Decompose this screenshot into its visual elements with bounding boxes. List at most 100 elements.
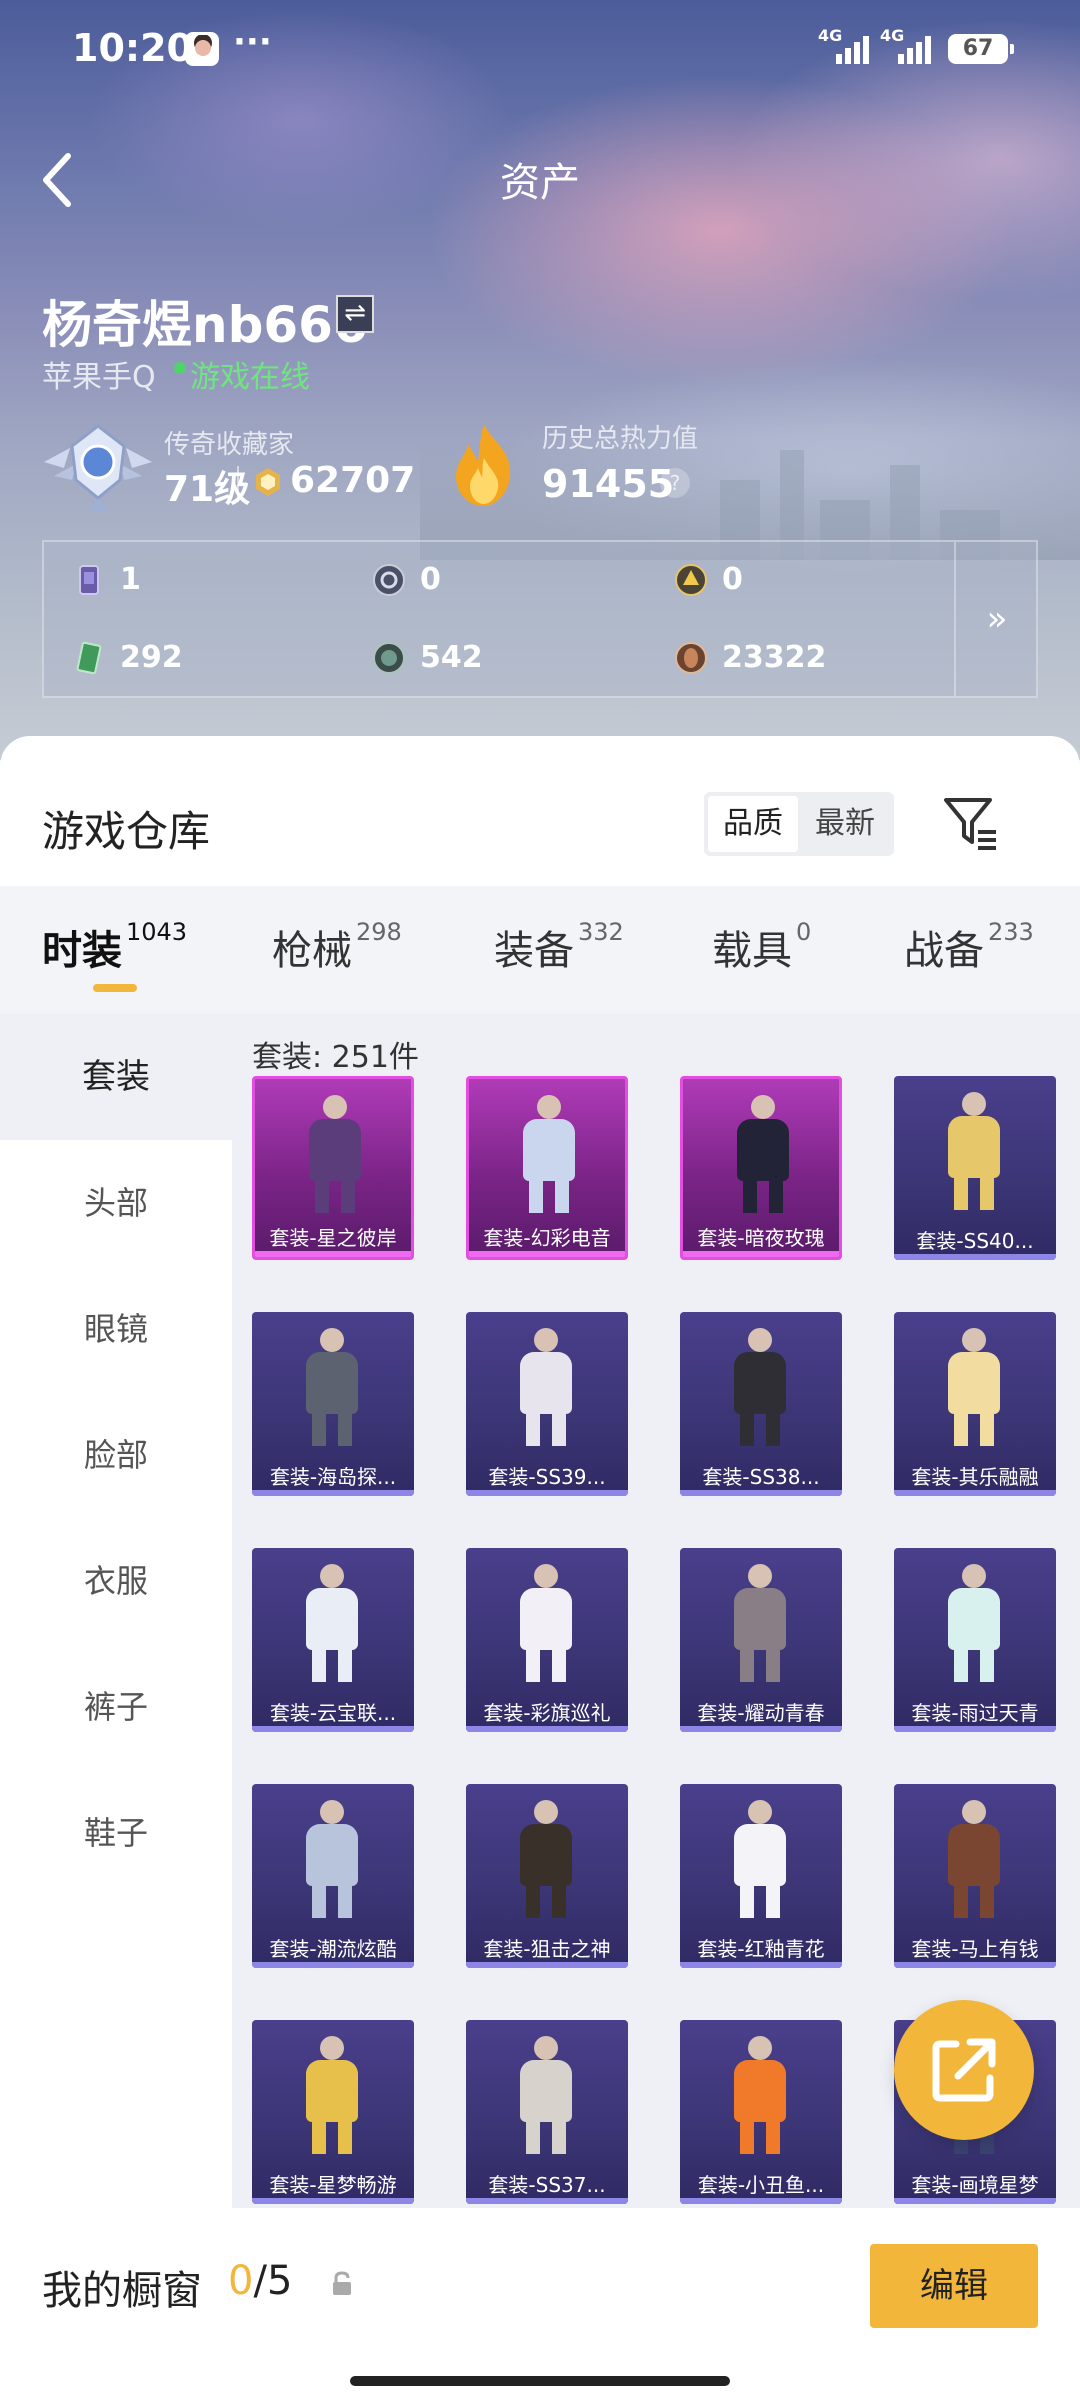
- sort-by-quality[interactable]: 品质: [708, 796, 798, 852]
- share-icon: [932, 2038, 996, 2102]
- sidebar-item-glasses[interactable]: 眼镜: [0, 1266, 232, 1392]
- outfit-card[interactable]: 套装-SS39...: [466, 1312, 628, 1496]
- rarity-bar: [252, 1490, 414, 1496]
- edit-showcase-button[interactable]: 编辑: [870, 2244, 1038, 2328]
- sort-by-newest[interactable]: 最新: [800, 796, 890, 852]
- signal-icon-2: 4G: [880, 26, 940, 66]
- outfit-thumbnail: [710, 2036, 812, 2154]
- outfit-card[interactable]: 套装-马上有钱: [894, 1784, 1056, 1968]
- sidebar-item-outfit[interactable]: 套装: [0, 1014, 232, 1140]
- help-icon[interactable]: ?: [660, 468, 690, 498]
- outfit-card[interactable]: 套装-幻彩电音: [466, 1076, 628, 1260]
- outfit-thumbnail: [282, 1328, 384, 1446]
- heat-value: 91455: [542, 462, 675, 506]
- outfit-card[interactable]: 套装-狙击之神: [466, 1784, 628, 1968]
- rarity-bar: [680, 1962, 842, 1968]
- outfit-name: 套装-海岛探...: [269, 1465, 397, 1489]
- heat-title: 历史总热力值: [542, 424, 699, 454]
- subcategory-sidebar: 套装 头部 眼镜 脸部 衣服 裤子 鞋子: [0, 1014, 232, 2400]
- outfit-card[interactable]: 套装-红釉青花: [680, 1784, 842, 1968]
- rarity-bar: [252, 1962, 414, 1968]
- currency-panel: 1 0 0 292 542 23322 »: [42, 540, 1038, 698]
- rarity-bar: [894, 1490, 1056, 1496]
- rarity-bar: [683, 1251, 839, 1257]
- showcase-bar: 我的橱窗 0/5 编辑: [0, 2208, 1080, 2400]
- filter-button[interactable]: [940, 792, 1000, 852]
- sidebar-item-pants[interactable]: 裤子: [0, 1644, 232, 1770]
- page-title: 资产: [500, 160, 580, 206]
- outfit-thumbnail: [496, 1564, 598, 1682]
- outfit-name: 套装-SS40...: [916, 1229, 1034, 1253]
- rarity-bar: [894, 1962, 1056, 1968]
- outfit-name: 套装-SS38...: [702, 1465, 820, 1489]
- tab-fashion[interactable]: 时装 1043: [42, 918, 187, 988]
- online-status-dot: [174, 362, 186, 374]
- divider: [237, 466, 239, 502]
- rarity-bar: [894, 1254, 1056, 1260]
- outfit-thumbnail: [496, 1328, 598, 1446]
- outfit-card[interactable]: 套装-星之彼岸: [252, 1076, 414, 1260]
- tab-supplies[interactable]: 战备 233: [904, 918, 1034, 988]
- outfit-thumbnail: [924, 1564, 1026, 1682]
- share-button[interactable]: [894, 2000, 1034, 2140]
- platform-label: 苹果手Q: [42, 360, 156, 395]
- outfit-card[interactable]: 套装-彩旗巡礼: [466, 1548, 628, 1732]
- more-currencies-button[interactable]: »: [954, 542, 1038, 696]
- outfit-card[interactable]: 套装-小丑鱼...: [680, 2020, 842, 2204]
- outfit-name: 套装-其乐融融: [911, 1465, 1039, 1489]
- battery-icon: 67: [948, 34, 1014, 64]
- rarity-bar: [894, 1726, 1056, 1732]
- rarity-bar: [680, 1490, 842, 1496]
- rarity-bar: [255, 1251, 411, 1257]
- outfit-card[interactable]: 套装-星梦畅游: [252, 2020, 414, 2204]
- tab-vehicles[interactable]: 载具 0: [712, 918, 811, 988]
- outfit-thumbnail: [285, 1095, 387, 1213]
- gem-icon: [373, 642, 405, 674]
- outfit-card[interactable]: 套装-海岛探...: [252, 1312, 414, 1496]
- outfit-thumbnail: [282, 1800, 384, 1918]
- outfit-name: 套装-小丑鱼...: [697, 2173, 825, 2197]
- tab-weapons[interactable]: 枪械 298: [272, 918, 402, 988]
- tab-equipment[interactable]: 装备 332: [494, 918, 624, 988]
- outfit-thumbnail: [282, 1564, 384, 1682]
- outfit-card[interactable]: 套装-SS37...: [466, 2020, 628, 2204]
- outfit-card[interactable]: 套装-云宝联...: [252, 1548, 414, 1732]
- active-tab-indicator: [93, 984, 137, 992]
- outfit-name: 套装-云宝联...: [269, 1701, 397, 1725]
- outfit-card[interactable]: 套装-耀动青春: [680, 1548, 842, 1732]
- outfit-thumbnail: [282, 2036, 384, 2154]
- outfit-name: 套装-暗夜玫瑰: [697, 1226, 825, 1250]
- outfit-thumbnail: [924, 1092, 1026, 1210]
- outfit-card[interactable]: 套装-暗夜玫瑰: [680, 1076, 842, 1260]
- sidebar-item-head[interactable]: 头部: [0, 1140, 232, 1266]
- signal-icon: 4G: [818, 26, 878, 66]
- outfit-name: 套装-耀动青春: [697, 1701, 825, 1725]
- outfit-thumbnail: [496, 2036, 598, 2154]
- lock-icon: [333, 2271, 351, 2295]
- sidebar-item-face[interactable]: 脸部: [0, 1392, 232, 1518]
- notification-avatar-icon: [185, 32, 219, 66]
- gold-token-icon: [675, 564, 707, 596]
- outfit-name: 套装-马上有钱: [911, 1937, 1039, 1961]
- rarity-bar: [466, 2198, 628, 2204]
- outfit-thumbnail: [924, 1800, 1026, 1918]
- item-count-label: 套装: 251件: [252, 1040, 419, 1075]
- outfit-name: 套装-SS37...: [488, 2173, 606, 2197]
- clock: 10:20: [72, 26, 193, 70]
- outfit-thumbnail: [924, 1328, 1026, 1446]
- sidebar-item-shoes[interactable]: 鞋子: [0, 1770, 232, 1896]
- outfit-card[interactable]: 套装-SS40...: [894, 1076, 1056, 1260]
- outfit-card[interactable]: 套装-SS38...: [680, 1312, 842, 1496]
- outfit-card[interactable]: 套装-潮流炫酷: [252, 1784, 414, 1968]
- showcase-label: 我的橱窗: [42, 2268, 202, 2314]
- warehouse-sheet: 游戏仓库 品质 最新 时装 1043 枪械 298 装备 332 载具 0 战备 233 …: [0, 736, 1080, 2400]
- outfit-card[interactable]: 套装-其乐融融: [894, 1312, 1056, 1496]
- outfit-card[interactable]: 套装-雨过天青: [894, 1548, 1056, 1732]
- outfit-name: 套装-SS39...: [488, 1465, 606, 1489]
- sidebar-item-clothes[interactable]: 衣服: [0, 1518, 232, 1644]
- online-status-label: 游戏在线: [190, 360, 310, 395]
- green-ticket-icon: [76, 641, 102, 675]
- switch-account-icon[interactable]: ⇌: [336, 295, 374, 333]
- warehouse-title: 游戏仓库: [42, 807, 211, 856]
- player-name: 杨奇煜nb666: [42, 296, 368, 354]
